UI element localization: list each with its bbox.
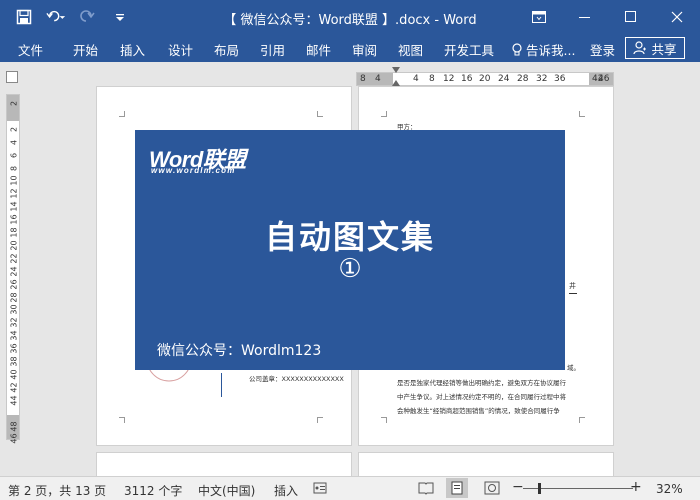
ruler-number: 4 — [413, 74, 419, 84]
minimize-button[interactable] — [562, 0, 608, 34]
ruler-number: 20 — [479, 74, 491, 84]
page-text: 是否是独家代理经销等做出明确约定，避免双方在协议履行 — [397, 379, 566, 387]
tab-home[interactable]: 开始 — [73, 40, 98, 59]
first-line-indent-marker[interactable] — [392, 67, 400, 73]
banner-number: ① — [338, 254, 362, 284]
macro-record-icon[interactable] — [313, 481, 327, 498]
ruler-number: 2 — [9, 126, 19, 132]
share-label: 共享 — [651, 41, 677, 57]
ruler-number: 44 — [9, 395, 19, 406]
ruler-number: 42 — [9, 382, 19, 393]
page-text: 会种触发生“经销商超范围销售”的情况，致使合同履行争 — [397, 407, 560, 415]
zoom-slider-thumb[interactable] — [538, 483, 541, 494]
customize-qat-icon[interactable] — [110, 7, 130, 27]
ruler-number: 6 — [9, 152, 19, 158]
tab-selector[interactable] — [6, 71, 18, 83]
undo-icon[interactable] — [46, 7, 66, 27]
ruler-number: 36 — [9, 343, 19, 354]
ruler-number: 20 — [9, 240, 19, 251]
quick-access-toolbar — [14, 7, 130, 27]
ruler-number: 4 — [9, 139, 19, 145]
ruler-number: 12 — [9, 188, 19, 199]
brand-url: www.wordlm.com — [151, 166, 236, 175]
ruler-number: 2 — [9, 100, 19, 107]
margin-line — [221, 373, 222, 397]
redo-icon[interactable] — [78, 7, 98, 27]
ruler-number: 8 — [360, 74, 366, 84]
zoom-in-button[interactable]: + — [630, 479, 642, 495]
person-icon — [633, 41, 647, 55]
print-layout-icon[interactable] — [446, 478, 468, 498]
ruler-number: 26 — [9, 279, 19, 290]
vertical-ruler[interactable]: 2 2 4 6 8 10 12 14 16 18 20 22 24 26 28 30 32 34 36 38 40 42 4… — [6, 94, 20, 444]
ruler-number: 16 — [9, 214, 19, 225]
ribbon-display-icon — [532, 11, 546, 23]
zoom-out-button[interactable]: − — [512, 479, 524, 495]
web-layout-icon[interactable] — [484, 480, 500, 499]
zoom-level[interactable]: 32% — [656, 482, 683, 496]
ruler-number: 28 — [517, 74, 529, 84]
ruler-number: 48 — [9, 420, 19, 432]
ribbon-tabs: 文件 开始 插入 设计 布局 引用 邮件 审阅 视图 开发工具 告诉我... 登… — [0, 34, 700, 62]
share-button[interactable]: 共享 — [625, 37, 685, 59]
window-controls — [516, 0, 700, 34]
ribbon-display-options-button[interactable] — [516, 0, 562, 34]
close-button[interactable] — [654, 0, 700, 34]
tell-me-search[interactable]: 告诉我... — [512, 40, 575, 59]
maximize-button[interactable] — [608, 0, 654, 34]
ruler-number: 24 — [9, 266, 19, 277]
read-mode-icon[interactable] — [418, 480, 434, 499]
title-bar: 【 微信公众号：Word联盟 】.docx - Word — [0, 0, 700, 34]
ruler-number: 14 — [9, 201, 19, 212]
minimize-icon — [579, 17, 590, 18]
ruler-number: 30 — [9, 304, 19, 315]
ruler-number: 4 — [375, 74, 381, 84]
tab-file[interactable]: 文件 — [18, 40, 43, 59]
ruler-number: 16 — [461, 74, 473, 84]
ruler-number: 32 — [536, 74, 548, 84]
language-indicator[interactable]: 中文(中国) — [198, 482, 255, 499]
ruler-number: 8 — [429, 74, 435, 84]
ruler-number: 18 — [9, 227, 19, 238]
ruler-number: 46 — [9, 433, 19, 444]
ruler-number: 22 — [9, 253, 19, 264]
page-text: 域。 — [567, 364, 580, 372]
tell-me-label: 告诉我... — [526, 43, 576, 58]
tab-references[interactable]: 引用 — [260, 40, 285, 59]
page-text: 中产生争议。对上述情况约定不明的，在合同履行过程中将 — [397, 393, 566, 401]
ruler-number: 36 — [554, 74, 566, 84]
save-icon[interactable] — [14, 7, 34, 27]
insert-mode[interactable]: 插入 — [274, 482, 298, 499]
tab-layout[interactable]: 布局 — [214, 40, 239, 59]
page-text: 公司盖章：XXXXXXXXXXXXXX — [249, 375, 344, 383]
page-text: 井 — [569, 282, 576, 290]
page-count[interactable]: 第 2 页，共 13 页 — [8, 482, 106, 499]
banner-title: 自动图文集 — [264, 218, 435, 256]
ruler-number: 12 — [443, 74, 455, 84]
tab-review[interactable]: 审阅 — [352, 40, 377, 59]
sign-in-link[interactable]: 登录 — [590, 40, 615, 59]
ruler-number: 40 — [9, 369, 19, 380]
banner-footer: 微信公众号：Wordlm123 — [157, 343, 322, 359]
word-count[interactable]: 3112 个字 — [124, 482, 182, 499]
ruler-number: 34 — [9, 330, 19, 341]
ruler-number: 8 — [9, 165, 19, 171]
lightbulb-icon — [512, 42, 522, 55]
close-icon — [671, 11, 683, 23]
ruler-number: 24 — [498, 74, 510, 84]
ruler-number: 46 — [598, 74, 610, 84]
tab-insert[interactable]: 插入 — [120, 40, 145, 59]
tab-mailings[interactable]: 邮件 — [306, 40, 331, 59]
ruler-number: 32 — [9, 317, 19, 328]
maximize-icon — [625, 11, 636, 22]
tab-view[interactable]: 视图 — [398, 40, 423, 59]
ruler-number: 10 — [9, 175, 19, 186]
status-bar: 第 2 页，共 13 页 3112 个字 中文(中国) 插入 − + 32% — [0, 476, 700, 500]
ruler-number: 28 — [9, 291, 19, 303]
tab-design[interactable]: 设计 — [168, 40, 193, 59]
ruler-number: 38 — [9, 356, 19, 367]
promo-banner: Word联盟 www.wordlm.com 自动图文集 ① 微信公众号：Word… — [135, 130, 565, 370]
ruler-area: 8 4 4 8 12 16 20 24 28 32 36 42 46 — [0, 62, 700, 86]
tab-developer[interactable]: 开发工具 — [444, 40, 494, 59]
